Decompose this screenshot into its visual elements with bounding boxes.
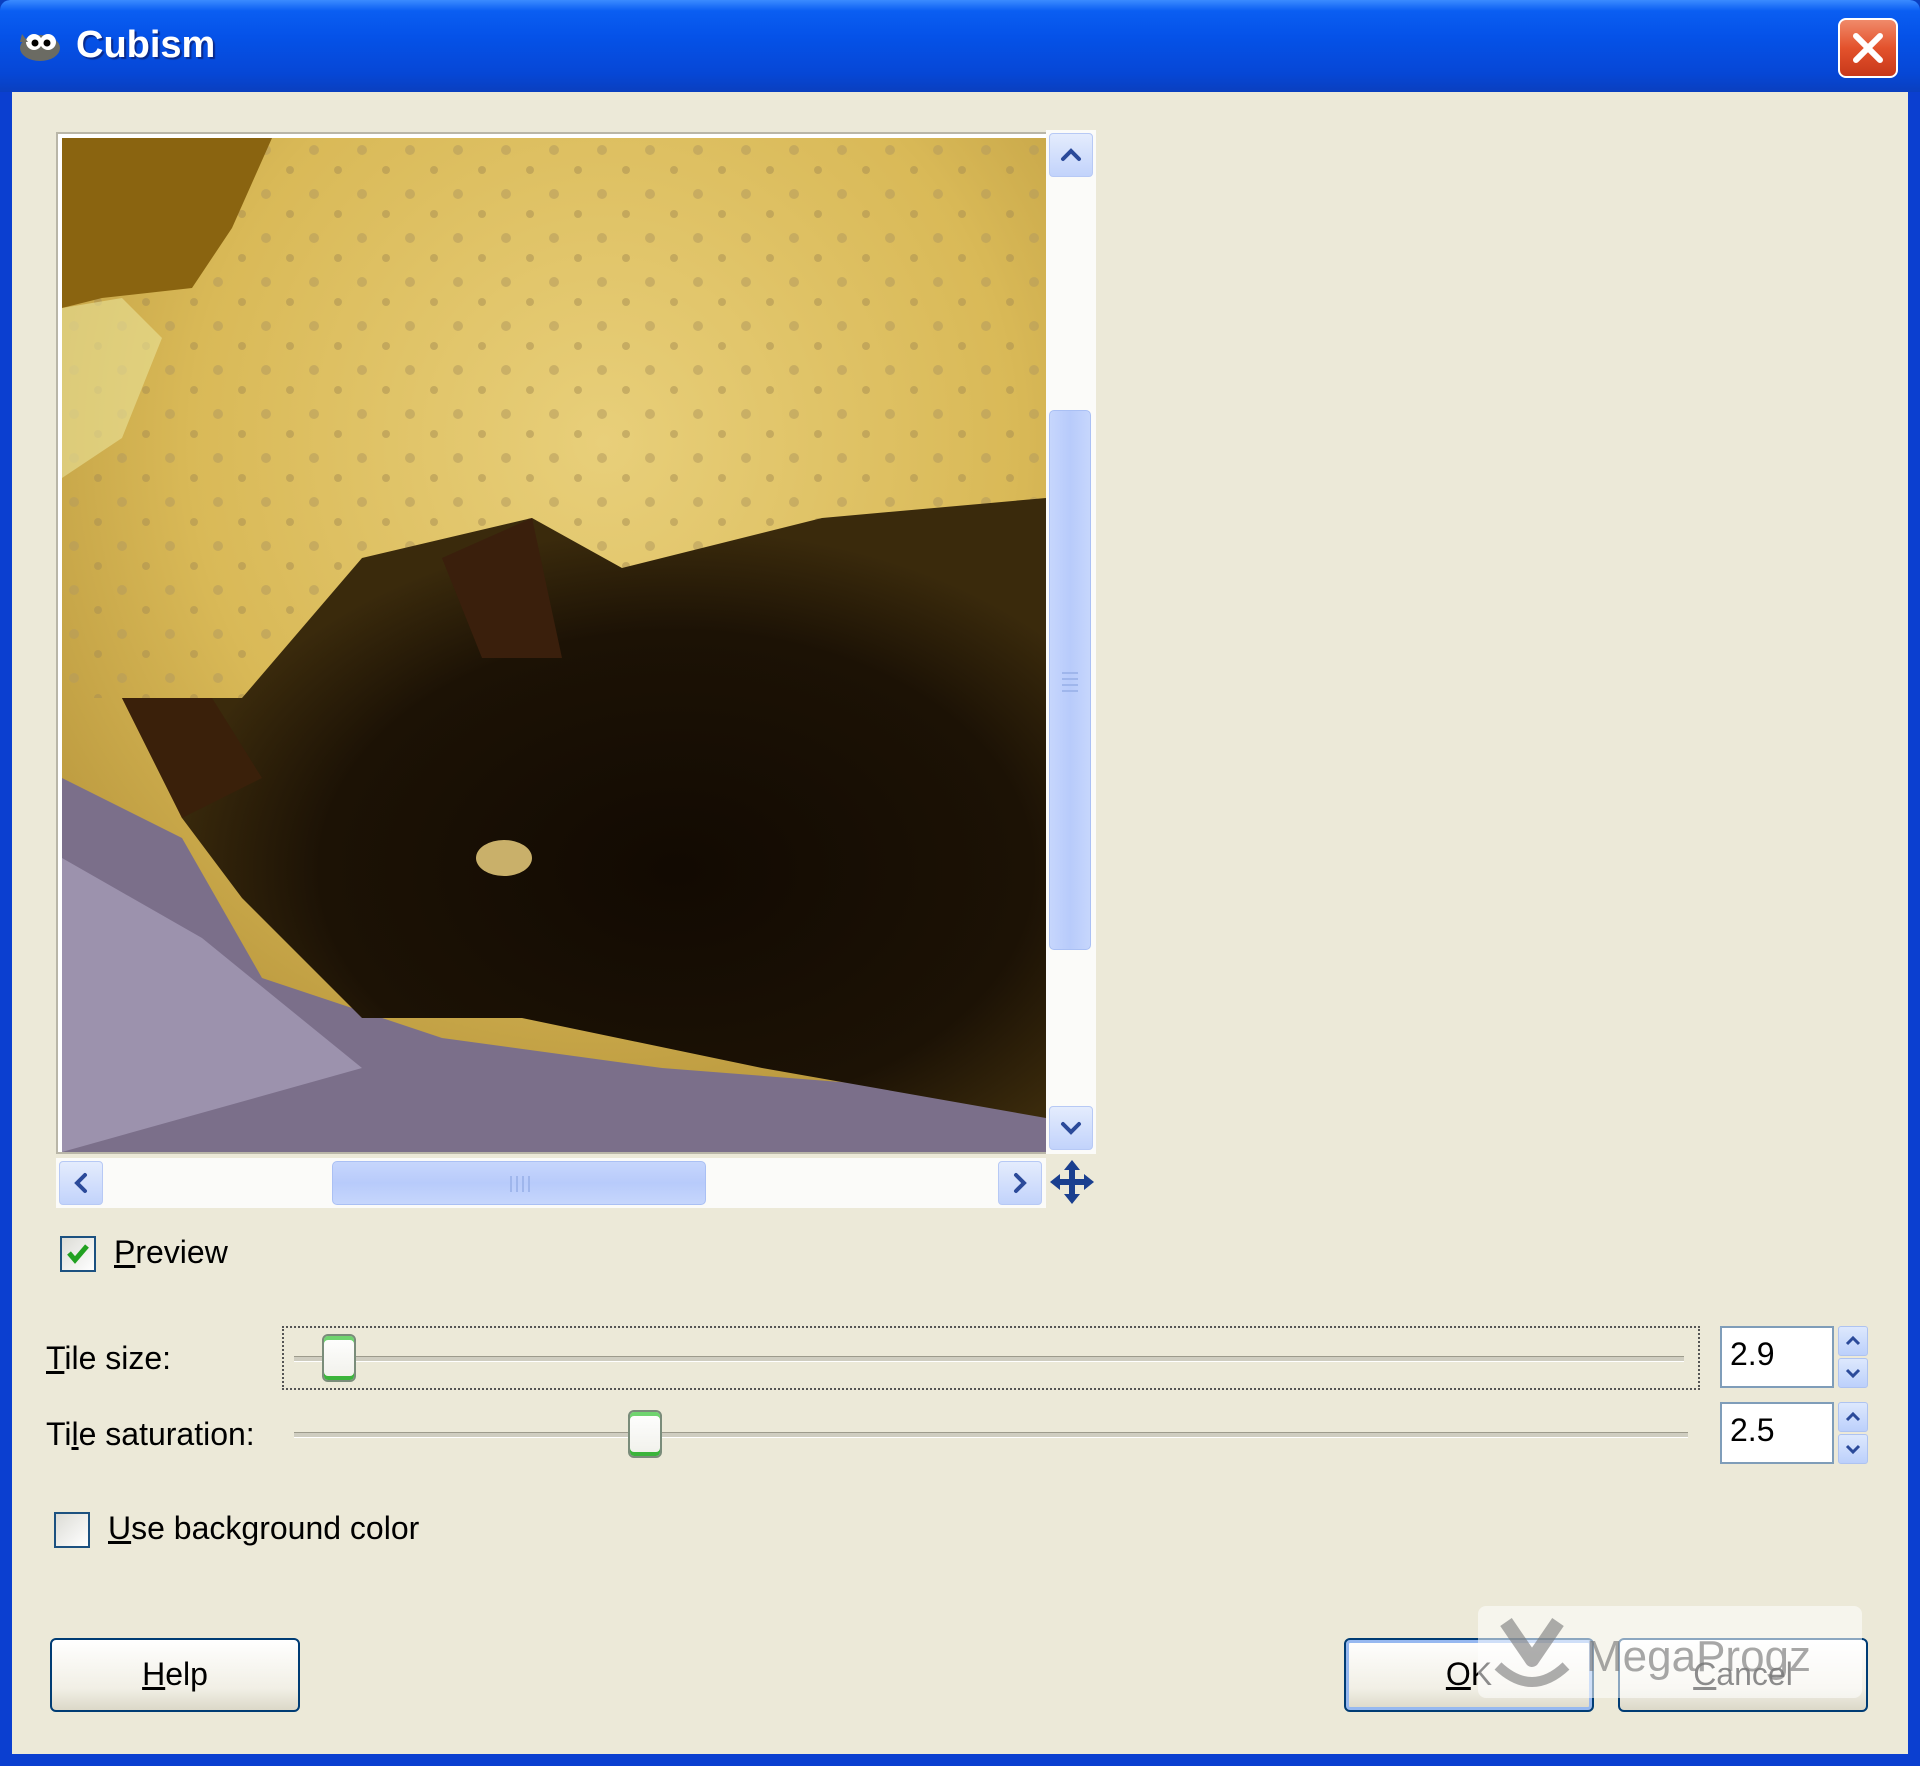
download-arrow-icon (1494, 1618, 1570, 1687)
close-icon (1853, 33, 1883, 63)
horizontal-scroll-thumb[interactable] (332, 1161, 706, 1205)
tile-saturation-slider-track[interactable] (294, 1432, 1688, 1438)
chevron-up-icon (1845, 1335, 1861, 1346)
preview-horizontal-scrollbar[interactable] (56, 1158, 1046, 1208)
gimp-wilber-icon (20, 34, 60, 61)
chevron-up-icon (1061, 148, 1081, 161)
help-button[interactable]: Help (50, 1638, 300, 1712)
tile-size-spinner[interactable] (1838, 1326, 1868, 1388)
scroll-down-button[interactable] (1049, 1106, 1093, 1150)
slider-track (294, 1356, 1684, 1362)
scroll-up-button[interactable] (1049, 133, 1093, 177)
window-title: Cubism (76, 24, 216, 66)
tile-saturation-spinner[interactable] (1838, 1402, 1868, 1464)
watermark-text: MegaProgz (1586, 1632, 1812, 1681)
chevron-down-icon (1061, 1122, 1081, 1135)
use-background-color-label[interactable]: Use background color (108, 1510, 419, 1547)
tile-saturation-input[interactable]: 2.5 (1720, 1402, 1834, 1464)
tile-saturation-slider-handle[interactable] (628, 1410, 662, 1458)
dialog-content: Preview Tile size: 2.9 Tile saturation: … (12, 92, 1908, 1754)
scroll-right-button[interactable] (998, 1161, 1042, 1205)
preview-vertical-scrollbar[interactable] (1046, 130, 1096, 1154)
navigate-move-icon[interactable] (1048, 1158, 1096, 1206)
preview-checkbox[interactable] (60, 1236, 96, 1272)
vertical-scroll-thumb[interactable] (1049, 410, 1091, 950)
dialog-window: Cubism Preview Tile size: 2.9 Tile satur… (0, 0, 1920, 1766)
tile-size-increment[interactable] (1838, 1326, 1868, 1356)
title-bar[interactable]: Cubism (0, 0, 1920, 92)
grip-icon (1062, 672, 1078, 692)
chevron-down-icon (1845, 1368, 1861, 1379)
tile-size-input[interactable]: 2.9 (1720, 1326, 1834, 1388)
use-background-color-checkbox[interactable] (54, 1512, 90, 1548)
chevron-up-icon (1845, 1411, 1861, 1422)
chevron-left-icon (74, 1173, 87, 1193)
grip-icon (510, 1176, 530, 1192)
scroll-left-button[interactable] (59, 1161, 103, 1205)
tile-saturation-decrement[interactable] (1838, 1434, 1868, 1464)
chevron-right-icon (1014, 1173, 1027, 1193)
close-button[interactable] (1838, 18, 1898, 78)
preview-label[interactable]: Preview (114, 1234, 228, 1271)
tile-size-label: Tile size: (46, 1340, 172, 1376)
checkmark-icon (67, 1244, 89, 1264)
tile-saturation-increment[interactable] (1838, 1402, 1868, 1432)
preview-area[interactable] (56, 132, 1052, 1154)
tile-size-slider-handle[interactable] (322, 1334, 356, 1382)
preview-image (62, 138, 1046, 1152)
tile-size-slider[interactable] (282, 1326, 1700, 1390)
tile-size-decrement[interactable] (1838, 1358, 1868, 1388)
chevron-down-icon (1845, 1444, 1861, 1455)
tile-saturation-label: Tile saturation: (46, 1416, 255, 1452)
